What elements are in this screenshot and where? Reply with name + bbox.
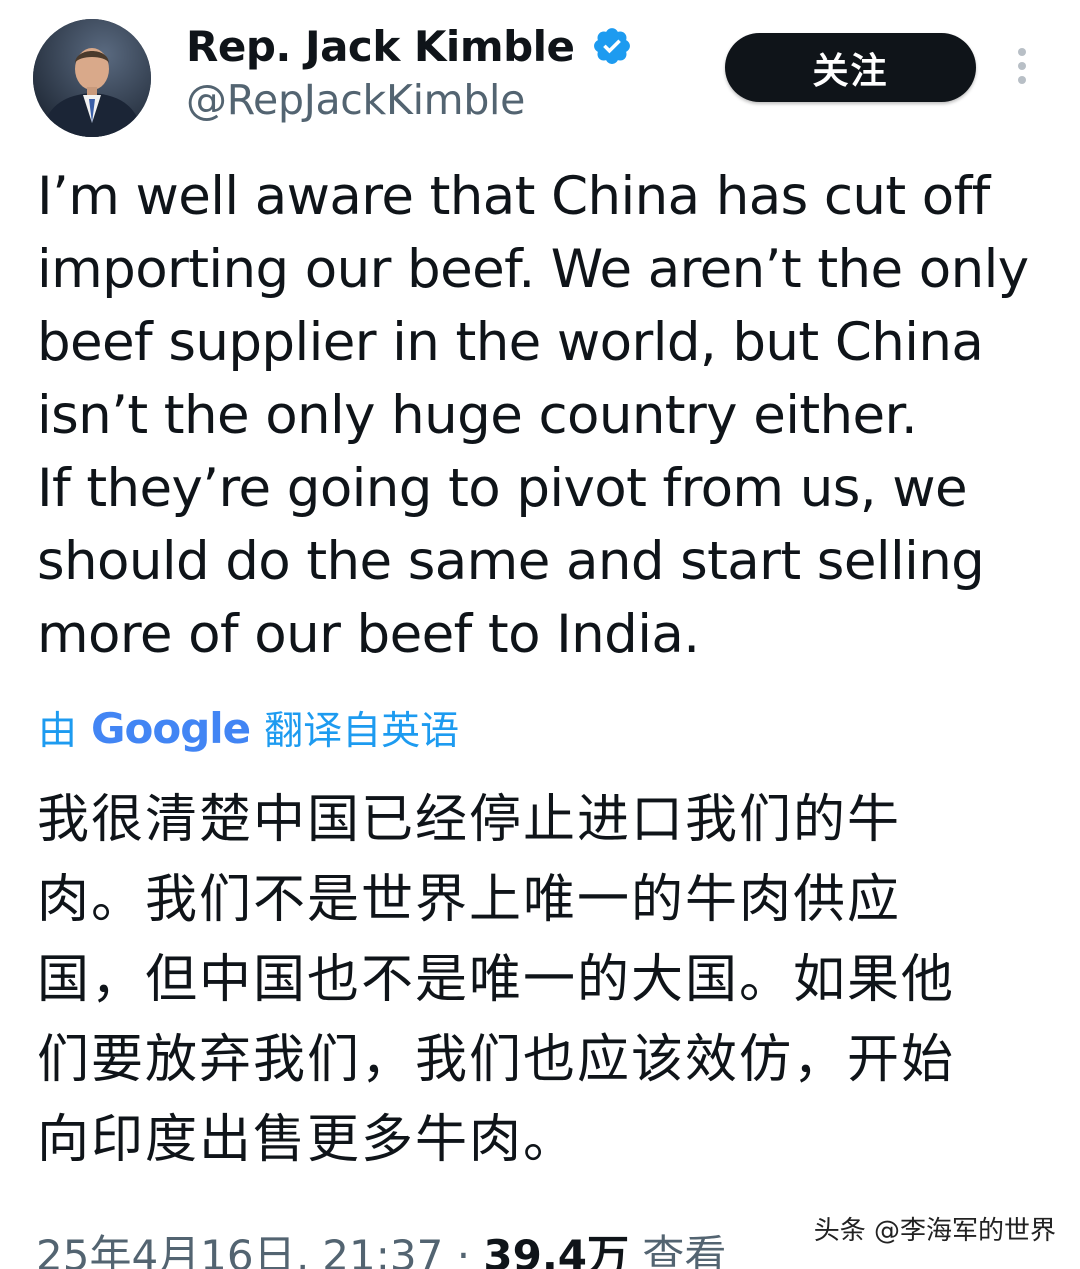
follow-button[interactable]: 关注	[725, 33, 976, 102]
translation-prefix: 由	[38, 709, 78, 754]
author-handle[interactable]: @RepJackKimble	[186, 76, 525, 124]
translation-suffix: 翻译自英语	[264, 709, 460, 754]
views-count: 39.4万	[483, 1231, 630, 1269]
tweet-text-line: If they’re going to pivot from us, we	[37, 458, 968, 519]
tweet-text: I’m well aware that China has cut off im…	[37, 160, 1047, 671]
watermark: 头条 @李海军的世界	[813, 1216, 1056, 1246]
timestamp[interactable]: 25年4月16日, 21:37 ·	[36, 1231, 483, 1269]
avatar-photo	[33, 19, 151, 137]
tweet-text-line: importing our beef. We aren’t the only	[37, 239, 1029, 300]
views-label: 查看	[629, 1231, 727, 1269]
verified-badge-icon	[593, 28, 630, 64]
translated-text-line: 我很清楚中国已经停止进口我们的牛	[37, 790, 902, 850]
tweet-meta: 25年4月16日, 21:37 · 39.4万 查看	[36, 1222, 726, 1269]
google-logo: Google	[91, 703, 251, 753]
tweet-text-line: beef supplier in the world, but China	[37, 312, 984, 373]
display-name[interactable]: Rep. Jack Kimble	[186, 22, 575, 71]
vertical-ellipsis-icon[interactable]	[1006, 44, 1038, 88]
translated-text: 我很清楚中国已经停止进口我们的牛 肉。我们不是世界上唯一的牛肉供应 国，但中国也…	[37, 780, 1047, 1180]
tweet-text-line: more of our beef to India.	[37, 604, 700, 665]
avatar[interactable]	[33, 19, 151, 137]
translated-text-line: 国，但中国也不是唯一的大国。如果他	[37, 950, 956, 1010]
author-name-row[interactable]: Rep. Jack Kimble	[186, 14, 633, 78]
tweet-text-line: should do the same and start selling	[37, 531, 985, 592]
translated-text-line: 肉。我们不是世界上唯一的牛肉供应	[37, 870, 902, 930]
tweet-text-line: I’m well aware that China has cut off	[37, 166, 990, 227]
translated-text-line: 向印度出售更多牛肉。	[37, 1110, 578, 1170]
translated-text-line: 们要放弃我们，我们也应该效仿，开始	[37, 1030, 956, 1090]
tweet-text-line: isn’t the only huge country either.	[37, 385, 918, 446]
translation-attribution[interactable]: 由 Google 翻译自英语	[38, 700, 459, 756]
